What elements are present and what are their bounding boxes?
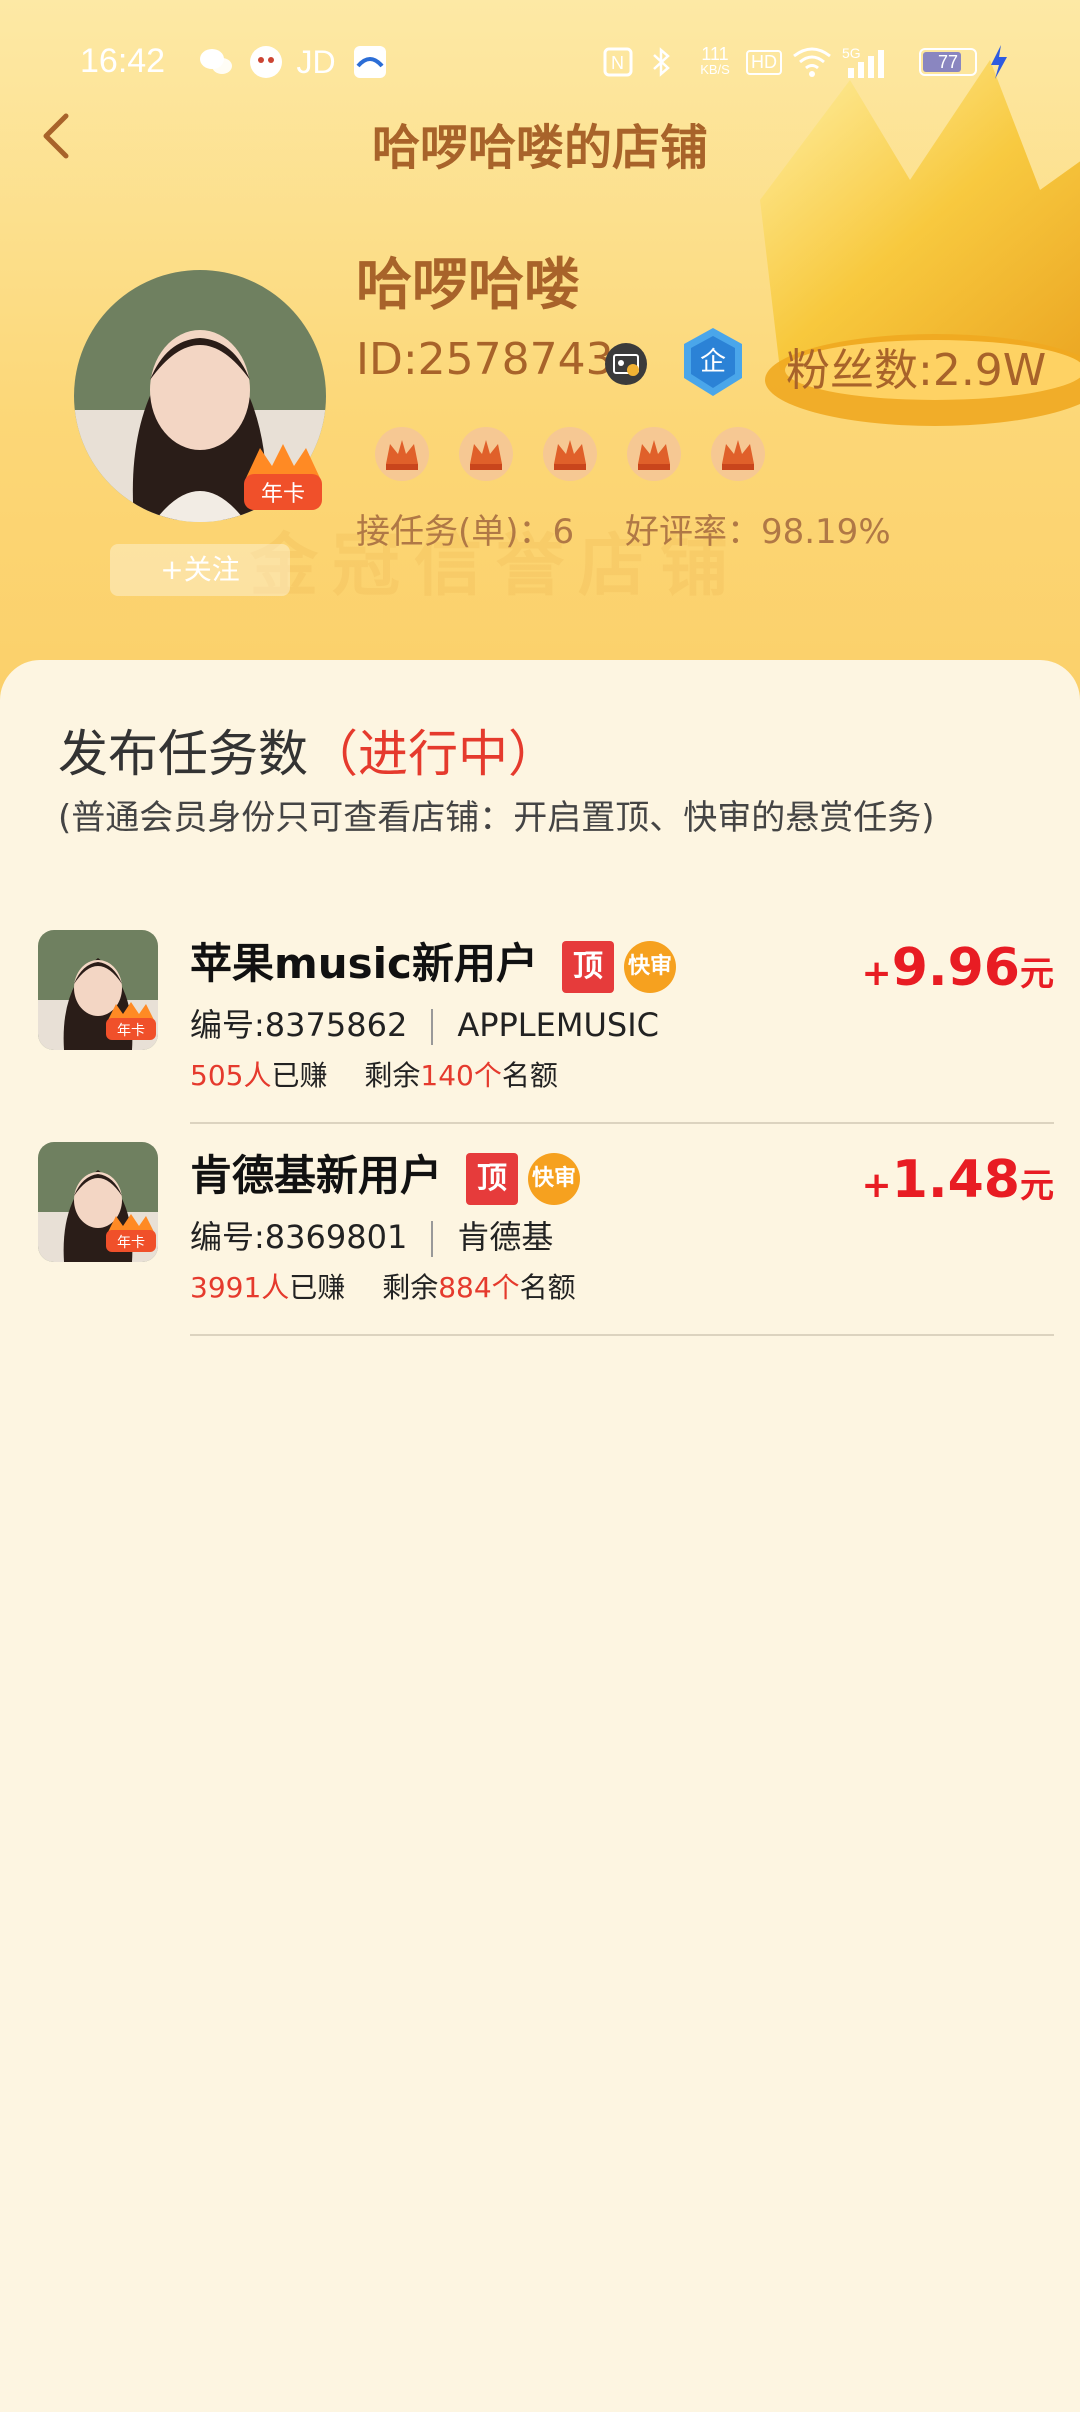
svg-text:年卡: 年卡: [261, 482, 305, 507]
hd-icon: HD: [744, 42, 784, 82]
good-rate: 好评率：98.19%: [624, 512, 891, 552]
section-note: (普通会员身份只可查看店铺：开启置顶、快审的悬赏任务): [58, 798, 935, 838]
task-stats: 505人已赚 剩余140个名额: [190, 1059, 558, 1092]
task-name: 肯德基新用户顶快审: [190, 1142, 581, 1205]
annual-card-badge: 年卡: [238, 440, 328, 514]
svg-text:N: N: [611, 53, 624, 73]
svg-text:5G: 5G: [842, 45, 861, 61]
task-number: 编号:8375862: [190, 1006, 408, 1044]
status-time: 16:42: [80, 42, 166, 80]
bluetooth-icon: [646, 42, 676, 82]
svg-text:企: 企: [700, 347, 726, 377]
top-tag: 顶: [561, 940, 614, 993]
task-reward: +9.96元: [861, 938, 1054, 998]
nav-bar: 哈啰哈喽的店铺: [0, 96, 1080, 176]
fast-review-tag: 快审: [528, 1152, 581, 1205]
tasks-taken: 接任务(单)：6: [356, 512, 575, 552]
wifi-icon: [790, 42, 834, 82]
fast-review-tag: 快审: [623, 940, 676, 993]
follow-button[interactable]: +关注: [110, 544, 290, 596]
section-title: 发布任务数（进行中）: [58, 725, 558, 783]
divider: [190, 1334, 1054, 1336]
annual-card-badge: 年卡: [106, 1214, 156, 1252]
divider: [431, 1009, 434, 1045]
section-status: （进行中）: [308, 725, 558, 783]
fans-count: 粉丝数:2.9W: [786, 345, 1047, 396]
svg-text:年卡: 年卡: [117, 1235, 145, 1251]
task-thumbnail: 年卡: [38, 930, 158, 1050]
task-stats: 3991人已赚 剩余884个名额: [190, 1271, 576, 1304]
battery-icon: 77: [914, 42, 982, 82]
rank-crowns: [372, 424, 768, 484]
crown-rank-icon: [711, 427, 765, 481]
svg-text:年卡: 年卡: [117, 1023, 145, 1039]
shop-name: 哈啰哈喽: [356, 253, 580, 318]
top-tag: 顶: [466, 1152, 519, 1205]
crown-rank-icon: [627, 427, 681, 481]
jd-icon: JD: [296, 43, 336, 80]
task-category: APPLEMUSIC: [457, 1006, 659, 1044]
nfc-icon: N: [600, 42, 636, 82]
status-bar: 16:42 JD N 111 KB/S HD 5G 77: [0, 30, 1080, 94]
crown-rank-icon: [375, 427, 429, 481]
shop-id: ID:2578743: [356, 334, 614, 385]
shop-stats: 接任务(单)：6 好评率：98.19%: [356, 504, 931, 553]
wechat-icon: [196, 42, 236, 82]
task-meta: 编号:8375862 APPLEMUSIC: [190, 1000, 659, 1046]
task-number: 编号:8369801: [190, 1218, 408, 1256]
task-category: 肯德基: [457, 1218, 554, 1256]
task-item[interactable]: 年卡 苹果music新用户顶快审 编号:8375862 APPLEMUSIC 50…: [0, 910, 1080, 1124]
net-speed: 111 KB/S: [700, 44, 730, 77]
task-reward: +1.48元: [861, 1150, 1054, 1210]
crown-rank-icon: [459, 427, 513, 481]
app-icon: [246, 42, 286, 82]
enterprise-icon: 企: [680, 326, 746, 398]
verified-id-icon: [605, 343, 647, 385]
task-thumbnail: 年卡: [38, 1142, 158, 1262]
task-name: 苹果music新用户顶快审: [190, 930, 676, 993]
app-icon: [350, 42, 390, 82]
task-item[interactable]: 年卡 肯德基新用户顶快审 编号:8369801 肯德基 3991人已赚 剩余884…: [0, 1122, 1080, 1336]
signal-icon: 5G: [842, 42, 898, 82]
charging-icon: [984, 42, 1014, 82]
crown-rank-icon: [543, 427, 597, 481]
task-list-card: 发布任务数（进行中） (普通会员身份只可查看店铺：开启置顶、快审的悬赏任务) 年…: [0, 660, 1080, 2412]
page-title: 哈啰哈喽的店铺: [371, 120, 708, 176]
task-meta: 编号:8369801 肯德基: [190, 1212, 553, 1258]
annual-card-badge: 年卡: [106, 1002, 156, 1040]
divider: [431, 1221, 434, 1257]
